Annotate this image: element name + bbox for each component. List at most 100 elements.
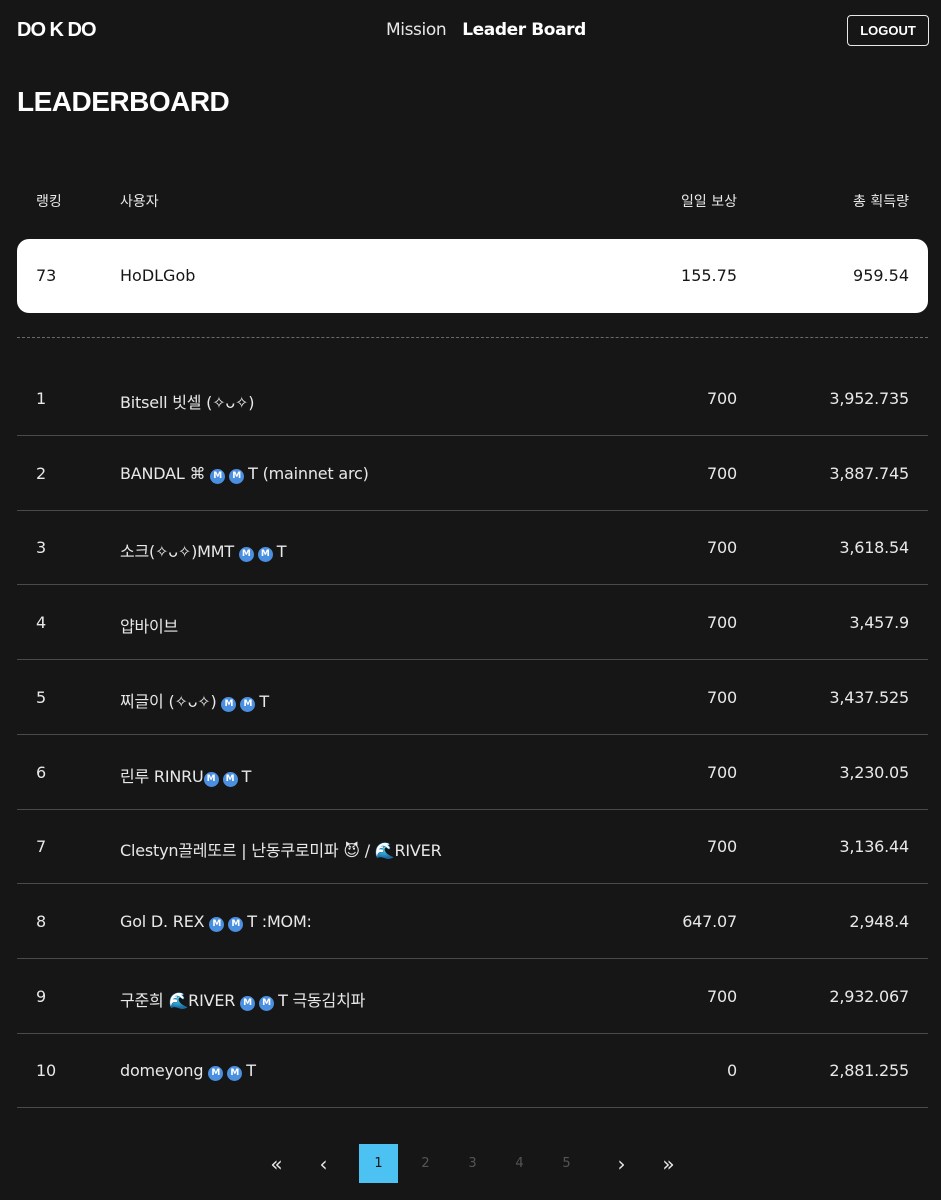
m-badge-icon: M xyxy=(238,547,254,563)
total-earned-cell: 2,948.4 xyxy=(849,911,909,931)
daily-reward-cell: 700 xyxy=(707,837,737,857)
username-text: BANDAL ⌘ xyxy=(120,463,211,483)
username-suffix: T xyxy=(259,691,269,711)
m-badge-icon: M xyxy=(240,696,256,712)
rank-cell: 9 xyxy=(36,986,46,1006)
username-text: Clestyn끌레또르 | 난동쿠로미파 😈 / 🌊RIVER xyxy=(120,841,442,861)
username-text: Bitsell 빗셀 (✧ᴗ✧) xyxy=(120,393,255,412)
rank-cell: 8 xyxy=(36,911,46,931)
username-suffix: T 극동김치파 xyxy=(278,990,366,1010)
page-button-5[interactable]: 5 xyxy=(547,1144,586,1183)
m-badge-icon: M xyxy=(222,771,238,787)
leaderboard-row: 6 린루 RINRU M M T 700 3,230.05 xyxy=(17,736,928,810)
username-text: 구준희 🌊RIVER xyxy=(120,990,241,1010)
rank-cell: 10 xyxy=(36,1061,56,1081)
column-header-user: 사용자 xyxy=(120,194,159,210)
page-button-2[interactable]: 2 xyxy=(406,1144,445,1183)
m-badge-icon: M xyxy=(240,995,256,1011)
m-badge-icon: M xyxy=(227,1066,243,1082)
daily-reward-cell: 700 xyxy=(707,463,737,483)
daily-reward-cell: 700 xyxy=(707,687,737,707)
leaderboard-row: 5 찌글이 (✧ᴗ✧) M M T 700 3,437.525 xyxy=(17,661,928,735)
username-suffix: T xyxy=(241,766,252,786)
username-cell: Clestyn끌레또르 | 난동쿠로미파 😈 / 🌊RIVER xyxy=(120,837,442,861)
prev-page-button[interactable]: ‹ xyxy=(304,1144,343,1183)
rank-cell: 7 xyxy=(36,837,46,857)
rank-cell: 5 xyxy=(36,687,46,707)
username-cell: 구준희 🌊RIVER MMT 극동김치파 xyxy=(120,987,365,1011)
username-cell: 린루 RINRU M M T xyxy=(120,763,251,787)
column-header-total: 총 획득량 xyxy=(853,194,909,210)
total-earned-cell: 3,136.44 xyxy=(839,837,909,857)
daily-reward-cell: 700 xyxy=(707,538,737,558)
leaderboard-row: 8 Gol D. REX MMT :MOM: 647.07 2,948.4 xyxy=(17,885,928,959)
my-daily-reward: 155.75 xyxy=(681,266,737,285)
username-suffix: T xyxy=(276,542,287,562)
daily-reward-cell: 0 xyxy=(727,1061,737,1081)
total-earned-cell: 2,881.255 xyxy=(829,1061,909,1081)
last-page-button[interactable]: » xyxy=(649,1144,688,1183)
rank-cell: 3 xyxy=(36,538,46,558)
logout-button[interactable]: LOGOUT xyxy=(847,15,929,46)
daily-reward-cell: 647.07 xyxy=(682,911,737,931)
username-cell: domeyong MMT xyxy=(120,1061,256,1082)
my-rank-row: 73 HoDLGob 155.75 959.54 xyxy=(17,239,928,313)
username-suffix: T (mainnet arc) xyxy=(248,463,369,483)
nav-mission-link[interactable]: Mission xyxy=(386,20,447,40)
username-cell: Bitsell 빗셀 (✧ᴗ✧) xyxy=(120,389,254,413)
daily-reward-cell: 700 xyxy=(707,389,737,408)
m-badge-icon: M xyxy=(210,468,226,484)
username-text: 얍바이브 xyxy=(120,617,179,637)
username-cell: 찌글이 (✧ᴗ✧) MMT xyxy=(120,688,269,712)
username-text: 소크(✧ᴗ✧)MMT xyxy=(120,542,239,562)
m-badge-icon: M xyxy=(208,1066,224,1082)
total-earned-cell: 2,932.067 xyxy=(829,986,909,1006)
leaderboard-row: 4 얍바이브 700 3,457.9 xyxy=(17,586,928,661)
divider xyxy=(17,337,928,338)
m-badge-icon: M xyxy=(257,547,273,563)
first-page-button[interactable]: « xyxy=(257,1144,296,1183)
total-earned-cell: 3,887.745 xyxy=(829,463,909,483)
leaderboard-row: 3 소크(✧ᴗ✧)MMT M M T 700 3,618.54 xyxy=(17,511,928,586)
leaderboard-row: 1 Bitsell 빗셀 (✧ᴗ✧) 700 3,952.735 xyxy=(17,362,928,436)
username-cell: 소크(✧ᴗ✧)MMT MMT xyxy=(120,538,287,563)
leaderboard-row: 2 BANDAL ⌘ MMT (mainnet arc) 700 3,887.745 xyxy=(17,437,928,511)
my-username: HoDLGob xyxy=(120,266,196,285)
username-text: 찌글이 (✧ᴗ✧) xyxy=(120,691,222,711)
username-cell: BANDAL ⌘ MMT (mainnet arc) xyxy=(120,464,369,484)
username-text: Gol D. REX xyxy=(120,911,210,931)
rank-cell: 6 xyxy=(36,762,46,782)
next-page-button[interactable]: › xyxy=(602,1144,641,1183)
total-earned-cell: 3,952.735 xyxy=(829,389,909,408)
username-text: domeyong xyxy=(120,1061,209,1081)
daily-reward-cell: 700 xyxy=(707,762,737,782)
page-title: LEADERBOARD xyxy=(17,86,230,117)
leaderboard-row: 7 Clestyn끌레또르 | 난동쿠로미파 😈 / 🌊RIVER 700 3,136… xyxy=(17,810,928,885)
username-cell: Gol D. REX MMT :MOM: xyxy=(120,912,312,932)
page-button-3[interactable]: 3 xyxy=(453,1144,492,1183)
page-button-1[interactable]: 1 xyxy=(359,1144,398,1183)
nav-links: Mission Leader Board xyxy=(386,20,586,40)
rank-cell: 1 xyxy=(36,389,46,408)
daily-reward-cell: 700 xyxy=(707,613,737,633)
leaderboard-row: 9 구준희 🌊RIVER MMT 극동김치파 700 2,932.067 xyxy=(17,960,928,1034)
logo[interactable]: DO K DO xyxy=(17,19,97,42)
top-nav: DO K DO Mission Leader Board LOGOUT xyxy=(0,0,941,62)
total-earned-cell: 3,618.54 xyxy=(839,538,909,558)
total-earned-cell: 3,437.525 xyxy=(829,687,909,707)
rank-cell: 2 xyxy=(36,463,46,483)
page-button-4[interactable]: 4 xyxy=(500,1144,539,1183)
rank-cell: 4 xyxy=(36,613,46,633)
m-badge-icon: M xyxy=(229,468,245,484)
m-badge-icon: M xyxy=(221,696,237,712)
nav-leaderboard-link[interactable]: Leader Board xyxy=(462,20,586,40)
m-badge-icon: M xyxy=(203,771,219,787)
leaderboard-row: 10 domeyong M M T 0 2,881.255 xyxy=(17,1034,928,1109)
m-badge-icon: M xyxy=(228,916,244,932)
daily-reward-cell: 700 xyxy=(707,986,737,1006)
column-header-daily: 일일 보상 xyxy=(681,194,737,210)
total-earned-cell: 3,457.9 xyxy=(849,613,909,633)
pagination: « ‹ 1 2 3 4 5 › » xyxy=(0,1144,941,1183)
username-suffix: T xyxy=(246,1061,256,1081)
my-rank: 73 xyxy=(36,266,57,285)
